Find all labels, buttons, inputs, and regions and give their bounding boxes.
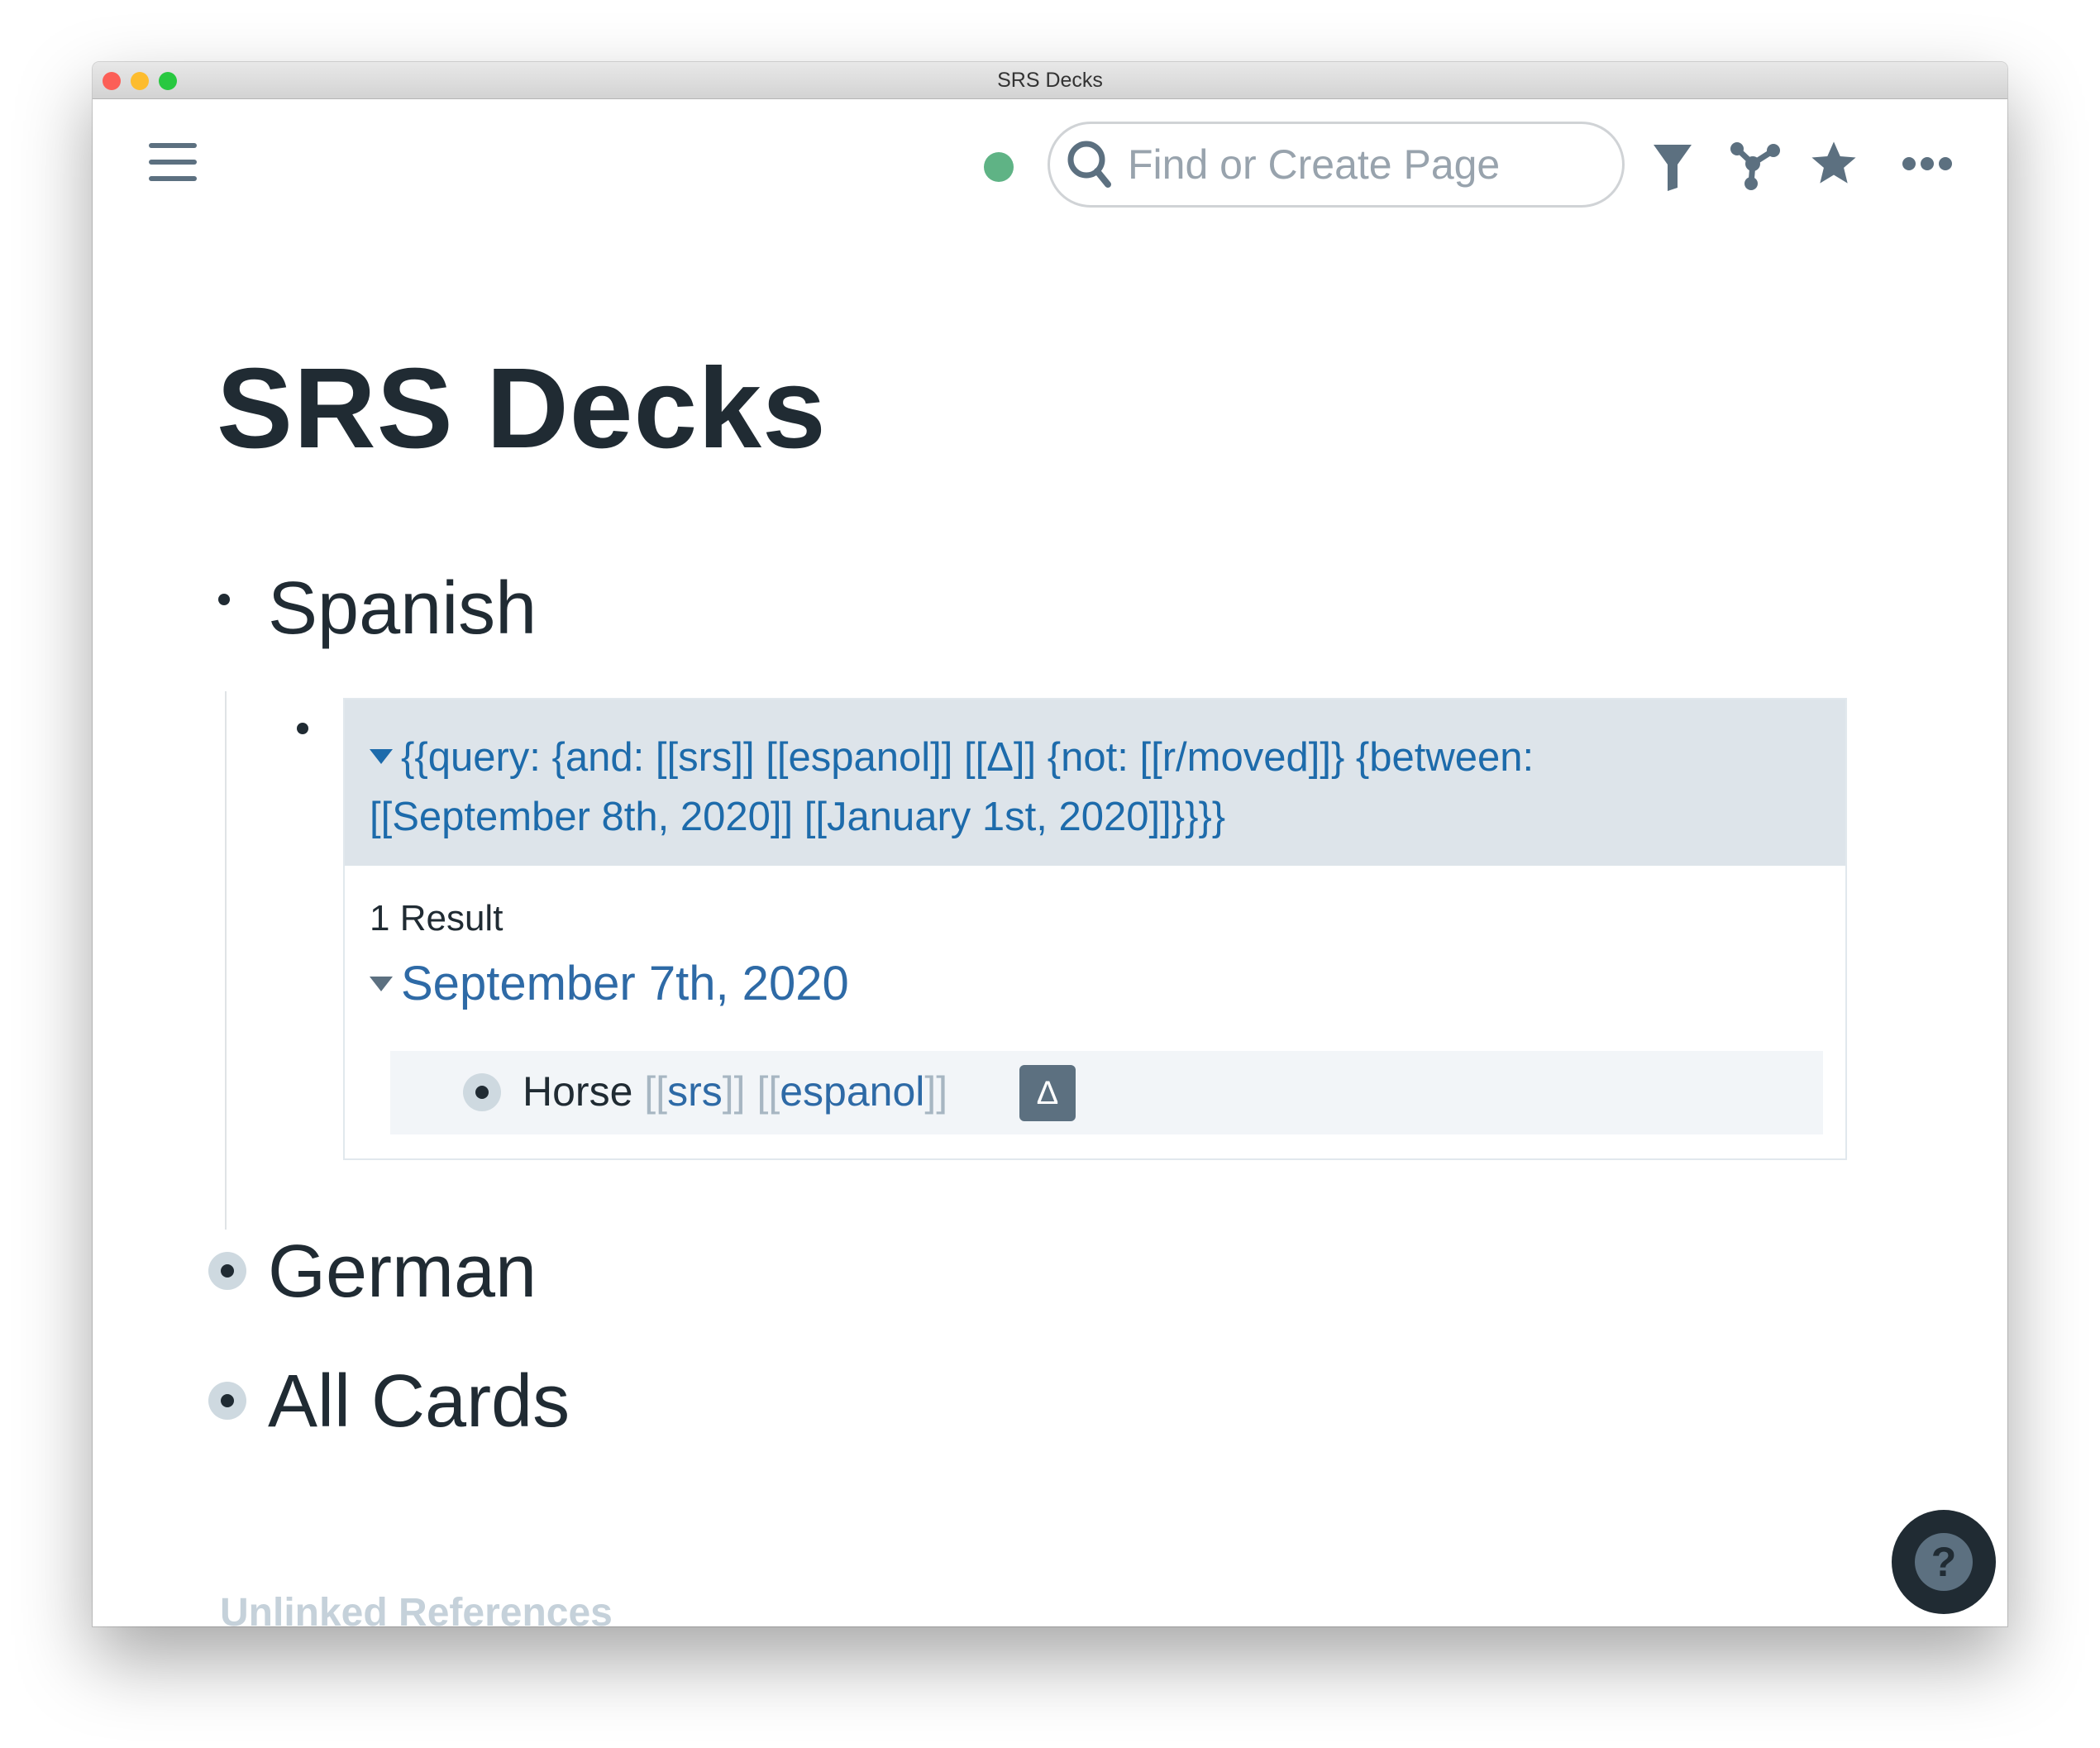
- window-title: SRS Decks: [997, 69, 1103, 92]
- query-text-line1: {{query: {and: [[srs]] [[espanol]] [[Δ]]…: [401, 735, 1534, 780]
- sync-status-indicator: [984, 152, 1014, 182]
- zoom-window-button[interactable]: [159, 72, 177, 90]
- caret-down-icon[interactable]: [370, 976, 393, 991]
- menu-icon[interactable]: [149, 143, 197, 181]
- result-block[interactable]: Horse [[srs]] [[espanol]] Δ: [390, 1051, 1823, 1134]
- bracket: ]]: [924, 1068, 948, 1115]
- block-bullet-collapsed[interactable]: [208, 1252, 246, 1290]
- bracket: [[: [756, 1068, 780, 1115]
- graph-icon[interactable]: [1730, 141, 1781, 190]
- search-input[interactable]: [1128, 141, 1591, 189]
- block-spanish[interactable]: Spanish: [268, 566, 537, 652]
- block-bullet-collapsed[interactable]: [208, 1382, 246, 1420]
- block-all-cards[interactable]: All Cards: [268, 1359, 570, 1445]
- query-block: {{query: {and: [[srs]] [[espanol]] [[Δ]]…: [343, 698, 1847, 1160]
- star-icon[interactable]: [1810, 140, 1858, 188]
- result-count: 1 Result: [370, 898, 504, 938]
- more-icon[interactable]: [1902, 155, 1953, 173]
- minimize-window-button[interactable]: [131, 72, 149, 90]
- page-link-srs[interactable]: srs: [667, 1068, 723, 1115]
- unlinked-references-heading[interactable]: Unlinked References: [220, 1590, 613, 1626]
- bracket: ]]: [722, 1068, 746, 1115]
- block-bullet[interactable]: [297, 723, 308, 734]
- tag-delta[interactable]: Δ: [1019, 1065, 1076, 1121]
- help-button[interactable]: ?: [1892, 1510, 1996, 1614]
- block-children-line: [225, 691, 227, 1230]
- title-bar: SRS Decks: [93, 62, 2007, 99]
- result-page-group: September 7th, 2020: [370, 956, 849, 1011]
- block-bullet[interactable]: [463, 1073, 501, 1111]
- page-title: SRS Decks: [217, 345, 827, 472]
- block-bullet[interactable]: [218, 594, 230, 605]
- help-icon: ?: [1915, 1533, 1973, 1591]
- query-text-line2: [[September 8th, 2020]] [[January 1st, 2…: [370, 795, 1226, 839]
- search-box[interactable]: [1048, 122, 1625, 208]
- search-icon: [1067, 141, 1111, 188]
- app-window: SRS Decks SRS Decks Spanish {{query: {an…: [93, 62, 2007, 1626]
- page-link-espanol[interactable]: espanol: [780, 1068, 924, 1115]
- result-block-text: Horse [[srs]] [[espanol]]: [523, 1067, 947, 1115]
- query-header[interactable]: {{query: {and: [[srs]] [[espanol]] [[Δ]]…: [345, 700, 1845, 866]
- bracket: [[: [644, 1068, 668, 1115]
- result-page-link[interactable]: September 7th, 2020: [401, 957, 849, 1010]
- filter-icon[interactable]: [1654, 145, 1692, 191]
- block-german[interactable]: German: [268, 1230, 537, 1315]
- block-text: Horse: [523, 1068, 633, 1115]
- caret-down-icon[interactable]: [370, 749, 393, 765]
- close-window-button[interactable]: [103, 72, 121, 90]
